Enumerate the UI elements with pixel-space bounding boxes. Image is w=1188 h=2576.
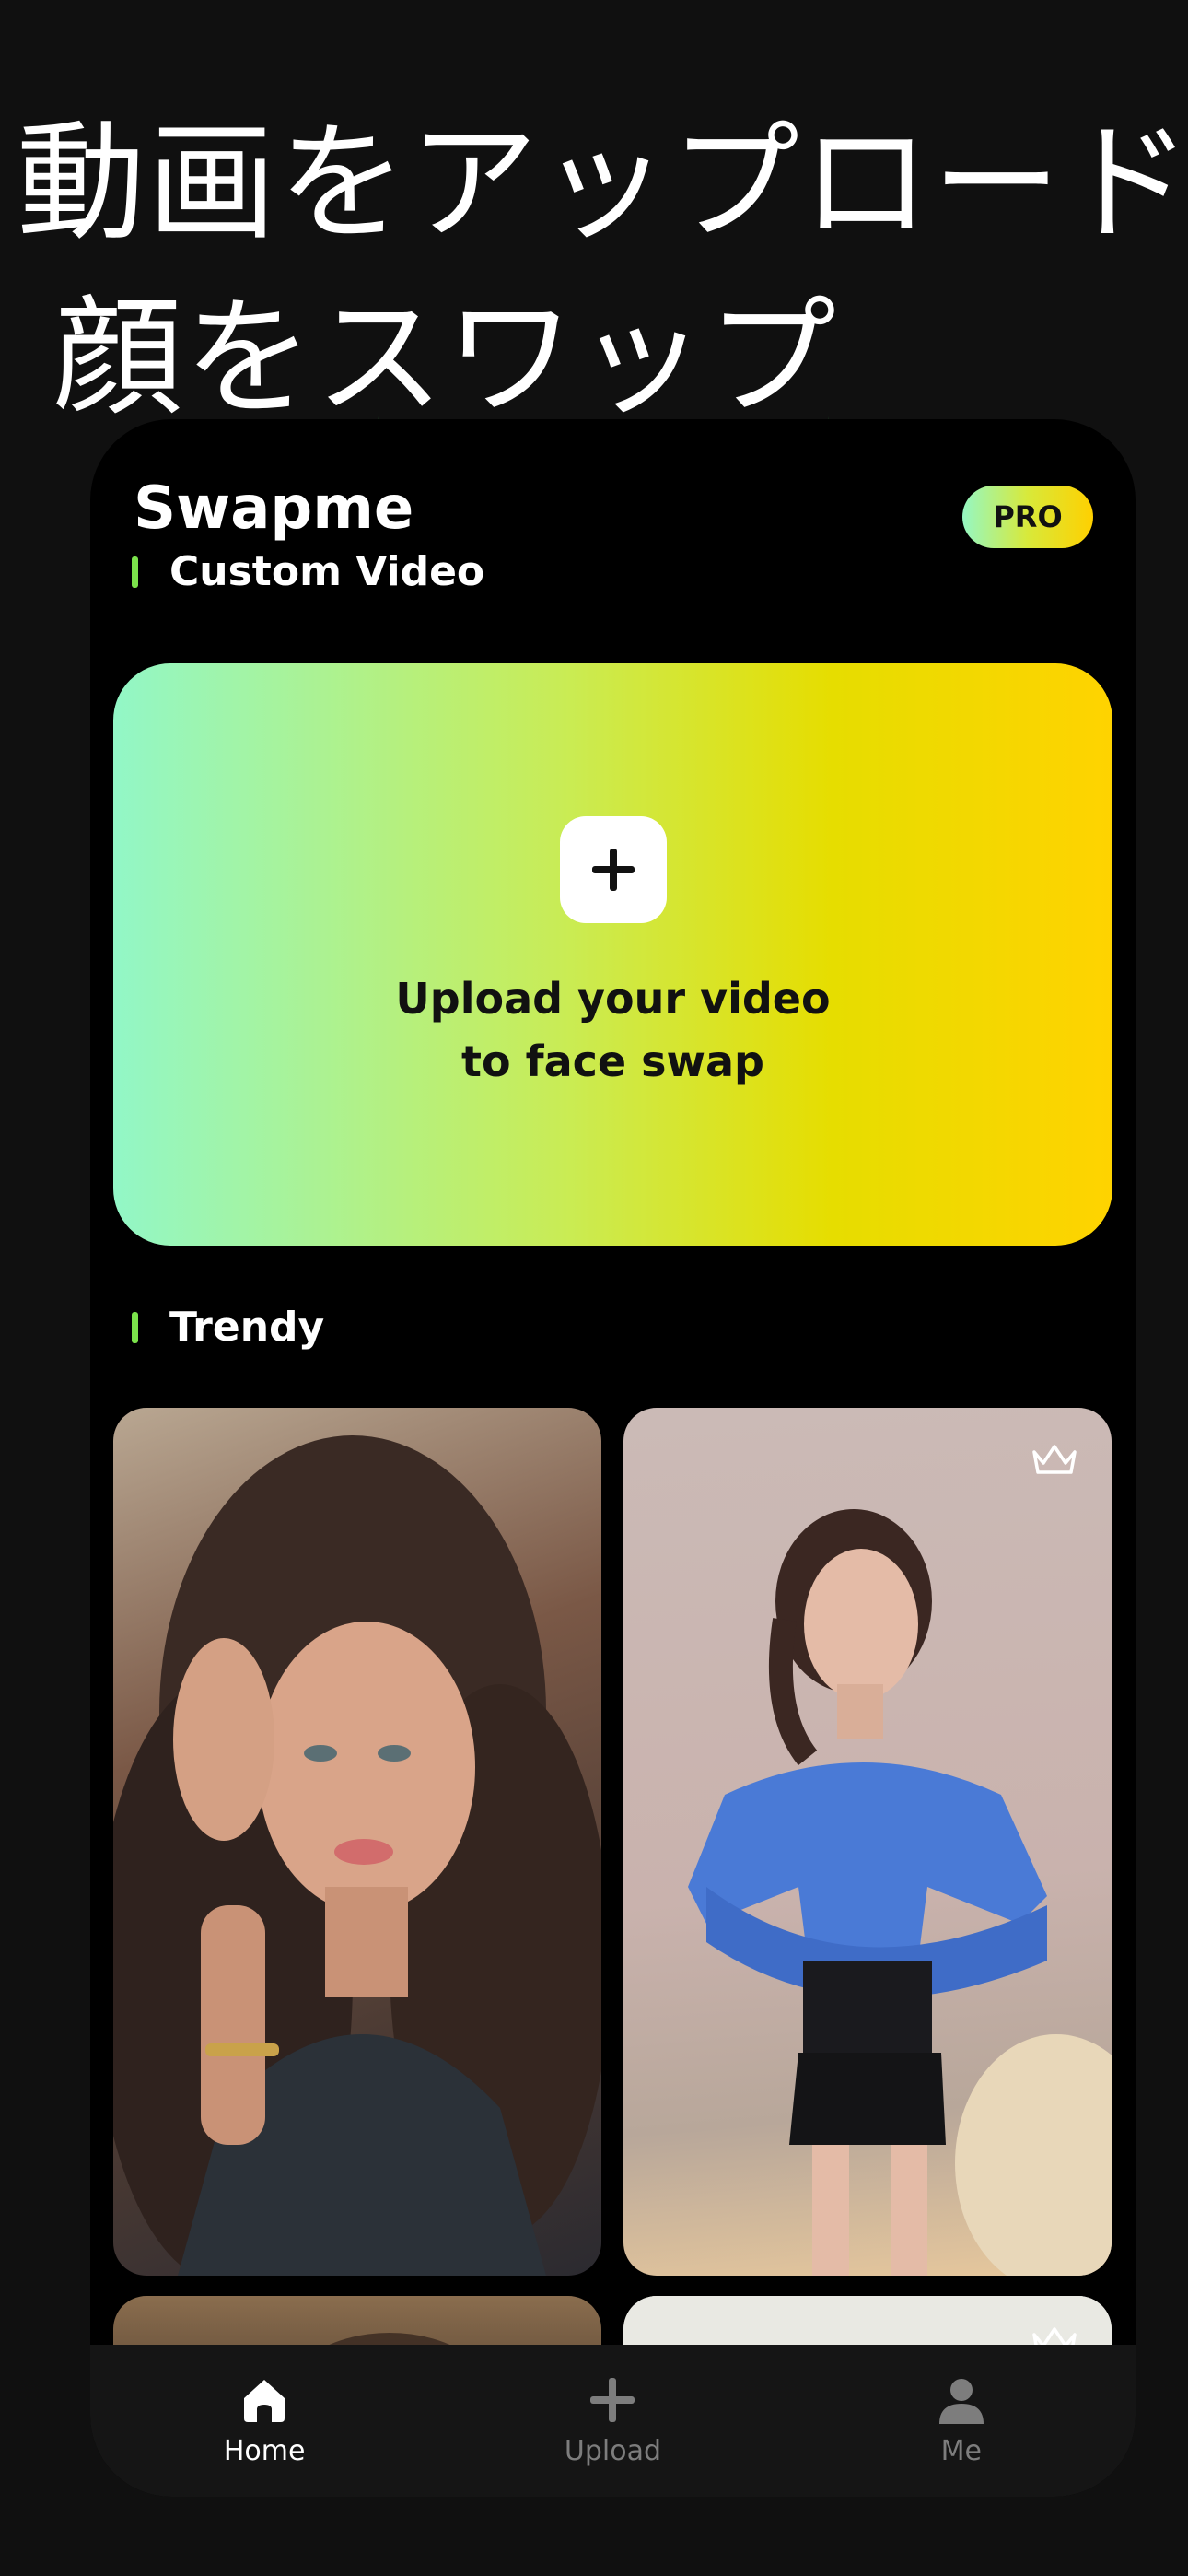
tab-upload[interactable]: Upload xyxy=(438,2345,786,2497)
tab-home[interactable]: Home xyxy=(90,2345,438,2497)
promo-line-1: 動画をアップロード xyxy=(17,109,1188,259)
crown-icon xyxy=(1032,1445,1077,1474)
home-icon xyxy=(244,2380,285,2422)
tab-me[interactable]: Me xyxy=(787,2345,1136,2497)
plus-icon xyxy=(590,2378,635,2422)
tab-label: Me xyxy=(940,2435,982,2467)
app-title: Swapme xyxy=(134,474,414,543)
tab-label: Upload xyxy=(564,2435,662,2467)
trendy-video-card[interactable] xyxy=(623,1408,1112,2276)
section-header-trendy: Trendy xyxy=(132,1304,324,1351)
upload-video-card[interactable]: Upload your video to face swap xyxy=(113,663,1112,1246)
section-title: Trendy xyxy=(169,1304,325,1351)
promo-line-2: 顔をスワップ xyxy=(53,284,839,434)
section-accent-bar xyxy=(132,1311,138,1343)
section-accent-bar xyxy=(132,556,138,588)
section-title: Custom Video xyxy=(169,548,485,595)
woman-portrait-image xyxy=(113,1435,601,2276)
tab-label: Home xyxy=(223,2435,306,2467)
phone-screen: Swapme PRO Custom Video Upload your vide… xyxy=(90,419,1136,2497)
section-header-custom-video: Custom Video xyxy=(132,548,484,595)
add-icon xyxy=(559,816,667,923)
upload-prompt-line-1: Upload your video xyxy=(395,974,831,1024)
upload-prompt: Upload your video to face swap xyxy=(395,967,830,1093)
pro-badge[interactable]: PRO xyxy=(962,486,1093,548)
trendy-video-card[interactable] xyxy=(113,1408,601,2276)
upload-prompt-line-2: to face swap xyxy=(461,1036,764,1086)
woman-blue-top-image xyxy=(688,1509,1112,2276)
person-icon xyxy=(938,2379,984,2424)
bottom-tab-bar: Home Upload Me xyxy=(90,2345,1136,2497)
